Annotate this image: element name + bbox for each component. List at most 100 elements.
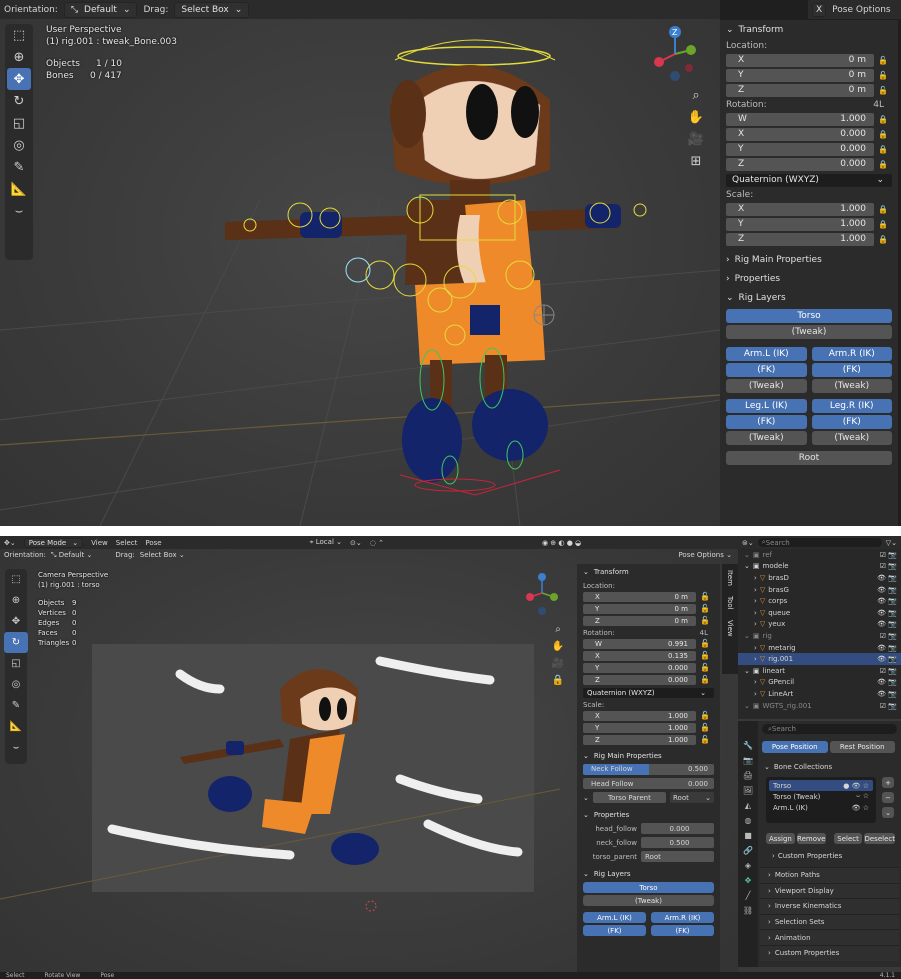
chevron-icon[interactable]: › [754,690,757,698]
head-follow-slider[interactable]: Head Follow 0.000 [583,778,714,789]
scene-tab-icon[interactable]: ◭ [745,801,751,810]
snap-icon[interactable]: ⊙⌄ [350,539,362,547]
vector-field[interactable]: Y 0 m [726,68,874,82]
properties-section-header[interactable]: › Viewport Display [760,882,899,899]
tool-tab-icon[interactable]: 🔧 [743,741,753,750]
collection-item-torso-tweak[interactable]: Torso (Tweak) ⌣ ☆ [769,791,873,802]
outliner-row[interactable]: ⌄ ▣ ref ☑ 📷 [738,549,901,561]
relax-tool[interactable]: ⌣ [7,200,31,222]
vector-field[interactable]: Y 1.000 [726,217,874,231]
visibility-icon[interactable]: 👁 📷 [877,678,897,686]
lock-icon[interactable]: 🔓 [696,651,714,660]
output-tab-icon[interactable]: 🖨 [743,771,753,780]
layer-arm-r-fk-button[interactable]: (FK) [651,925,714,936]
layer-arm-r-tweak-button[interactable]: (Tweak) [811,379,892,393]
menu-view[interactable]: View [91,539,108,547]
lock-icon[interactable]: 🔒 [874,130,892,139]
visibility-icon[interactable]: 👁 📷 [877,586,897,594]
chevron-icon[interactable]: ⌄ [744,632,750,640]
funnel-icon[interactable]: ▽⌄ [886,539,897,547]
view-layer-tab-icon[interactable]: 🖼 [743,786,753,795]
orientation-dropdown[interactable]: ⤡ Default ⌄ [63,1,138,18]
layer-leg-l-ik-button[interactable]: Leg.L (IK) [726,399,807,413]
bone-tab-icon[interactable]: ╱ [746,891,751,900]
shading-buttons[interactable]: ◉ ⊕ ◐ ● ◒ [542,539,581,547]
layer-arm-r-fk-button[interactable]: (FK) [811,363,892,377]
rotate-tool[interactable]: ↻ [7,90,31,112]
zoom-icon[interactable]: ⌕ [684,84,708,106]
lock-icon[interactable]: 🔒 [874,115,892,124]
vector-field[interactable]: X 1.000 [726,202,874,216]
vector-field[interactable]: Y 1.000 [583,722,696,733]
object-tab-icon[interactable]: ■ [744,831,752,840]
visibility-icon[interactable]: 👁 📷 [877,574,897,582]
visibility-icon[interactable]: ☑ 📷 [880,562,897,570]
pose-options-button[interactable]: Pose Options [832,5,890,15]
chevron-icon[interactable]: ⌄ [744,551,750,559]
vector-field[interactable]: W 0.991 [583,638,696,649]
transform-panel-header[interactable]: ⌄ Transform [577,564,720,580]
layer-arm-l-tweak-button[interactable]: (Tweak) [726,379,807,393]
mode-dropdown[interactable]: Pose Mode ⌄ [23,537,84,548]
rest-position-button[interactable]: Rest Position [829,741,895,753]
measure-tool[interactable]: 📐 [4,716,28,737]
annotate-tool[interactable]: ✎ [4,695,28,716]
chevron-icon[interactable]: › [754,644,757,652]
chevron-icon[interactable]: › [754,620,757,628]
visibility-icon[interactable]: 👁 📷 [877,597,897,605]
vector-field[interactable]: Z 0.000 [583,674,696,685]
chevron-icon[interactable]: › [754,597,757,605]
rig-main-panel-header[interactable]: ⌄ Rig Main Properties [577,748,720,764]
layer-torso-tweak-button[interactable]: (Tweak) [726,325,892,339]
layer-arm-l-ik-button[interactable]: Arm.L (IK) [583,912,646,923]
outliner-row[interactable]: › ▽ brasG 👁 📷 [738,584,901,596]
property-value[interactable]: Root [641,851,714,862]
visibility-icon[interactable]: 👁 📷 [877,620,897,628]
visibility-icon[interactable]: ☑ 📷 [880,632,897,640]
visibility-icon[interactable]: ⌣ ☆ [856,792,869,801]
visibility-icon[interactable]: ☑ 📷 [880,702,897,710]
layer-torso-button[interactable]: Torso [583,882,714,893]
layer-leg-l-tweak-button[interactable]: (Tweak) [726,431,807,445]
layer-leg-r-fk-button[interactable]: (FK) [811,415,892,429]
camera-icon[interactable]: 🎥 [684,128,708,150]
layer-arm-l-fk-button[interactable]: (FK) [726,363,807,377]
hand-icon[interactable]: ✋ [684,106,708,128]
rotation-mode-dropdown[interactable]: Quaternion (WXYZ) ⌄ [583,687,714,698]
collection-item-arm-l-ik[interactable]: Arm.L (IK) 👁 ☆ [769,802,873,813]
properties-panel-header[interactable]: › Properties [720,269,898,288]
lock-icon[interactable]: 🔓 [696,711,714,720]
property-value[interactable]: 0.000 [641,823,714,834]
chevron-icon[interactable]: › [754,609,757,617]
lock-icon[interactable]: 🔓 [874,56,892,65]
layer-leg-l-fk-button[interactable]: (FK) [726,415,807,429]
lock-icon[interactable]: 🔓 [696,639,714,648]
lock-icon[interactable]: 🔒 [874,235,892,244]
vector-field[interactable]: Z 0 m [583,615,696,626]
visibility-icon[interactable]: 👁 📷 [877,655,897,663]
remove-button[interactable]: Remove [796,833,826,844]
visibility-icon[interactable]: 👁 ☆ [852,804,869,812]
lock-icon[interactable]: 🔓 [696,735,714,744]
visibility-icon[interactable]: 👁 📷 [877,690,897,698]
outliner-row[interactable]: ⌄ ▣ modele ☑ 📷 [738,561,901,573]
properties-section-header[interactable]: › Custom Properties [760,944,899,961]
layer-root-button[interactable]: Root [726,451,892,465]
vector-field[interactable]: X 1.000 [583,710,696,721]
constraint-tab-icon[interactable]: ◈ [745,861,751,870]
transform-panel-header[interactable]: ⌄ Transform [720,20,898,39]
grid-icon[interactable]: ⊞ [684,150,708,172]
drag-dropdown[interactable]: Select Box ⌄ [174,1,250,18]
chevron-icon[interactable]: › [754,586,757,594]
lock-icon[interactable]: 🔒 [874,160,892,169]
properties-section-header[interactable]: › Inverse Kinematics [760,898,899,914]
lock-icon[interactable]: 🔓 [696,675,714,684]
outliner-row[interactable]: › ▽ rig.001 👁 📷 [738,653,901,665]
outliner-row[interactable]: › ▽ corps 👁 📷 [738,595,901,607]
vector-field[interactable]: X 0.000 [726,127,874,141]
vector-field[interactable]: Y 0.000 [583,662,696,673]
viewport-3d[interactable]: Orientation: ⤡ Default ⌄ Drag: Select Box ⌄… [0,0,720,526]
filter-icon[interactable]: ⊜⌄ [742,539,754,547]
outliner-row[interactable]: › ▽ queue 👁 📷 [738,607,901,619]
vector-field[interactable]: X 0 m [583,591,696,602]
